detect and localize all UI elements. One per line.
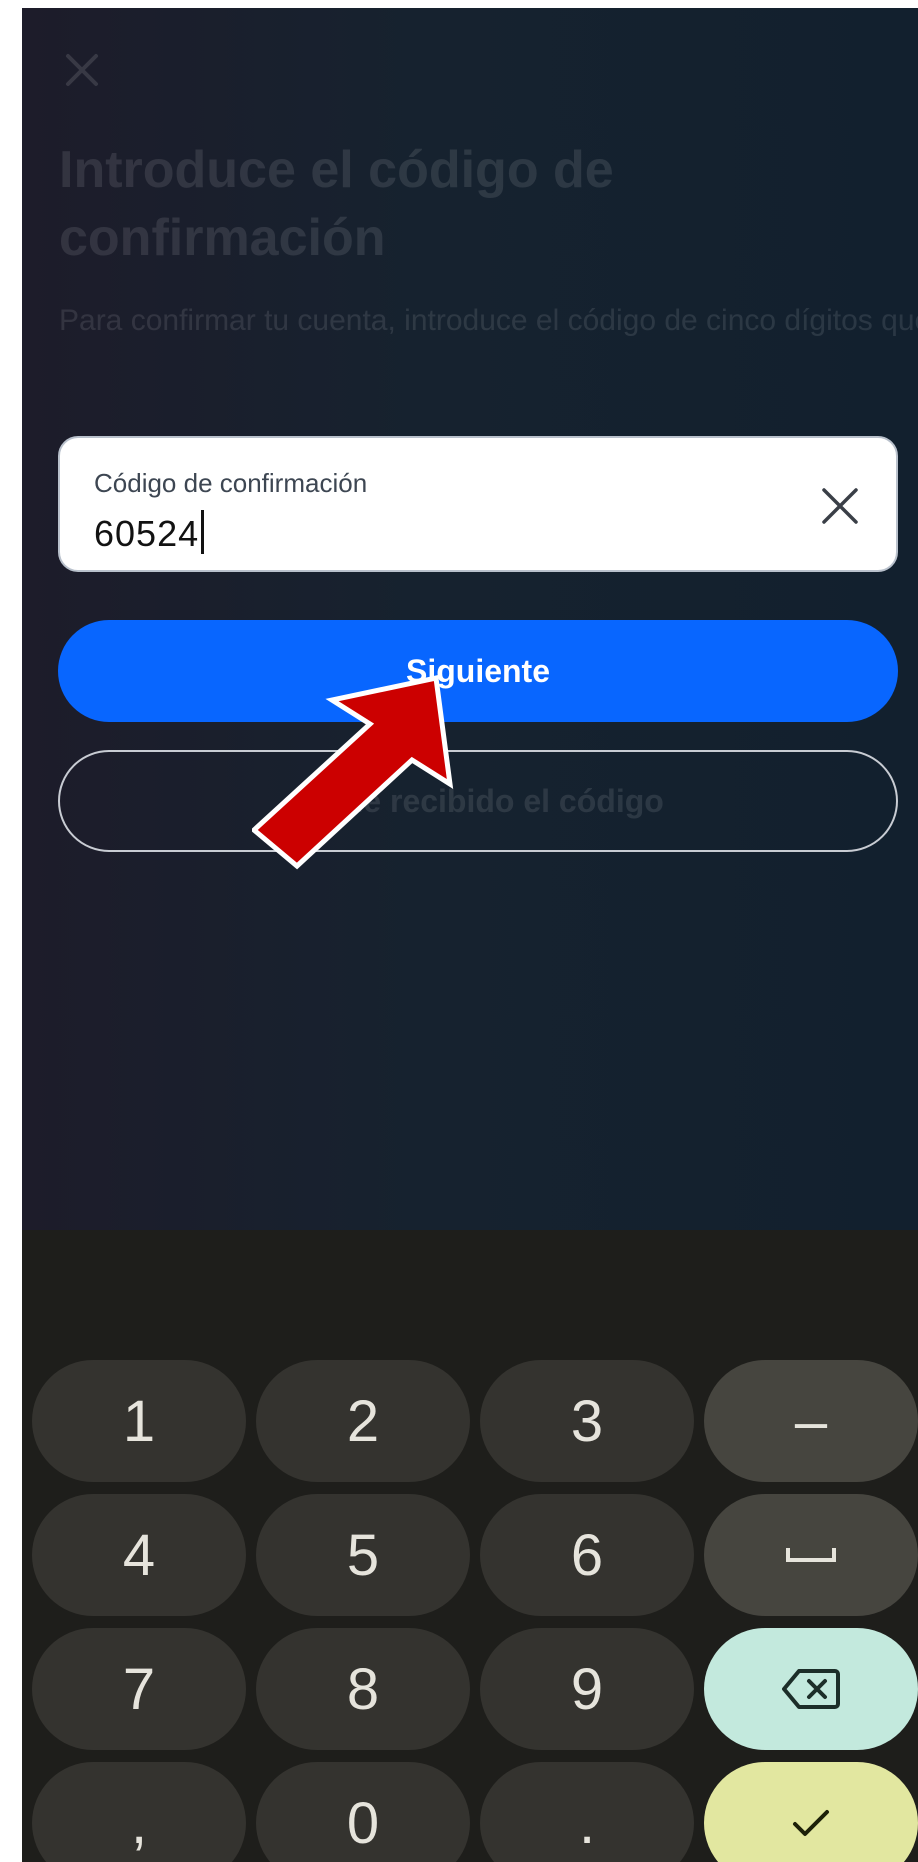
key-6[interactable]: 6: [480, 1494, 694, 1616]
code-input-value: 60524: [94, 513, 200, 554]
key-space[interactable]: [704, 1494, 918, 1616]
key-0[interactable]: 0: [256, 1762, 470, 1862]
clear-icon[interactable]: [818, 484, 862, 528]
key-2[interactable]: 2: [256, 1360, 470, 1482]
page-description: Para confirmar tu cuenta, introduce el c…: [59, 304, 918, 337]
next-button[interactable]: Siguiente: [58, 620, 898, 722]
close-icon[interactable]: [62, 50, 102, 90]
key-period[interactable]: .: [480, 1762, 694, 1862]
key-backspace[interactable]: [704, 1628, 918, 1750]
app-screen: Introduce el código de confirmación Para…: [22, 8, 918, 1862]
confirmation-code-field[interactable]: Código de confirmación 60524: [58, 436, 898, 572]
no-code-button[interactable]: No he recibido el código: [58, 750, 898, 852]
key-comma[interactable]: ,: [32, 1762, 246, 1862]
page-title: Introduce el código de confirmación: [59, 141, 614, 267]
key-3[interactable]: 3: [480, 1360, 694, 1482]
check-icon: [793, 1810, 829, 1836]
key-done[interactable]: [704, 1762, 918, 1862]
text-caret: [201, 510, 205, 554]
key-7[interactable]: 7: [32, 1628, 246, 1750]
numeric-keyboard: 1 2 3 – 4 5 6 7 8 9 , 0 .: [22, 1230, 918, 1862]
key-5[interactable]: 5: [256, 1494, 470, 1616]
key-minus[interactable]: –: [704, 1360, 918, 1482]
space-icon: [786, 1548, 836, 1562]
no-code-label: No he recibido el código: [292, 782, 664, 819]
backspace-icon: [782, 1669, 840, 1709]
key-4[interactable]: 4: [32, 1494, 246, 1616]
key-1[interactable]: 1: [32, 1360, 246, 1482]
code-field-label: Código de confirmación: [94, 468, 368, 498]
code-input[interactable]: 60524: [94, 510, 205, 555]
key-8[interactable]: 8: [256, 1628, 470, 1750]
key-9[interactable]: 9: [480, 1628, 694, 1750]
